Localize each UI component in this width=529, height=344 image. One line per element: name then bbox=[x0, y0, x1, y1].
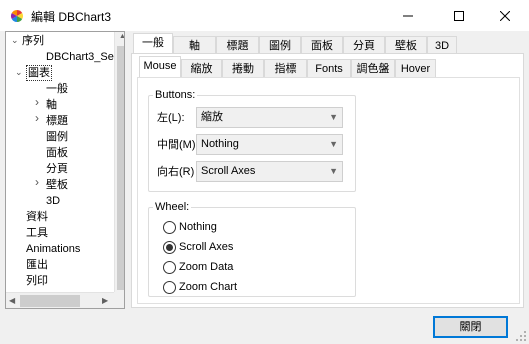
left-button-value: 縮放 bbox=[201, 111, 223, 123]
radio-selected-dot bbox=[166, 243, 173, 251]
tree-horizontal-scrollbar[interactable]: ◀ ▶ bbox=[6, 292, 114, 308]
tree-vertical-scroll-thumb[interactable] bbox=[117, 46, 124, 290]
tree-item-walls[interactable]: 壁板 bbox=[46, 177, 68, 193]
close-button[interactable]: 關閉 bbox=[433, 316, 508, 338]
wheel-radio-zoom-chart[interactable]: Zoom Chart bbox=[163, 279, 237, 295]
wheel-radio-nothing[interactable]: Nothing bbox=[163, 219, 217, 235]
tab-3d[interactable]: 3D bbox=[427, 36, 457, 54]
tree-item-label: 資料 bbox=[26, 211, 48, 223]
tree-item-series[interactable]: 序列 bbox=[22, 33, 44, 49]
tree-item-animations[interactable]: Animations bbox=[26, 241, 80, 257]
right-button-select[interactable]: Scroll Axes ▼ bbox=[196, 161, 343, 182]
scroll-left-icon[interactable]: ◀ bbox=[9, 296, 15, 305]
tree-item-chart[interactable]: 圖表 bbox=[26, 65, 52, 81]
left-button-select[interactable]: 縮放 ▼ bbox=[196, 107, 343, 128]
middle-button-value: Nothing bbox=[201, 138, 239, 150]
middle-button-label: 中間(M) bbox=[157, 139, 196, 151]
maximize-icon bbox=[454, 10, 464, 21]
tree-item-label: Animations bbox=[26, 243, 81, 255]
tab-axes[interactable]: 軸 bbox=[173, 36, 216, 54]
tree-item-label: 3D bbox=[46, 195, 61, 207]
tree-horizontal-scroll-thumb[interactable] bbox=[20, 295, 80, 307]
close-window-button[interactable] bbox=[482, 0, 528, 31]
subtab-scroll[interactable]: 捲動 bbox=[222, 59, 264, 77]
radio-button-icon[interactable] bbox=[163, 280, 176, 294]
tree-item-axes[interactable]: 軸 bbox=[46, 97, 57, 113]
tree-item-label: 序列 bbox=[22, 35, 44, 47]
chevron-down-icon: ▼ bbox=[329, 112, 338, 122]
tab-titles[interactable]: 標題 bbox=[216, 36, 259, 54]
buttons-group-title: Buttons: bbox=[153, 89, 198, 101]
tree-item-label: 工具 bbox=[26, 227, 48, 239]
tree-item-legend[interactable]: 圖例 bbox=[46, 129, 68, 145]
tree-item-label: 面板 bbox=[46, 147, 68, 159]
tree-item-label: DBChart3_Se bbox=[46, 51, 114, 63]
resize-grip-icon[interactable] bbox=[515, 330, 527, 342]
minimize-button[interactable] bbox=[385, 0, 431, 31]
tree-item-panel[interactable]: 面板 bbox=[46, 145, 68, 161]
color-wheel-icon bbox=[10, 9, 24, 22]
subtab-zoom[interactable]: 縮放 bbox=[181, 59, 222, 77]
tree-item-label: 一般 bbox=[46, 83, 68, 95]
maximize-button[interactable] bbox=[436, 0, 482, 31]
tab-panel[interactable]: 面板 bbox=[301, 36, 343, 54]
left-button-label: 左(L): bbox=[157, 112, 185, 124]
window-title: 編輯 DBChart3 bbox=[31, 10, 112, 24]
chevron-down-icon: ▼ bbox=[329, 139, 338, 149]
chevron-right-icon[interactable]: › bbox=[35, 112, 44, 124]
wheel-option-label: Scroll Axes bbox=[179, 241, 234, 253]
minimize-icon bbox=[403, 15, 413, 16]
tree-item-export[interactable]: 匯出 bbox=[26, 257, 48, 273]
title-bar: 編輯 DBChart3 bbox=[0, 0, 529, 31]
tree-item-label: 列印 bbox=[26, 275, 48, 287]
tree-item-label: 壁板 bbox=[46, 179, 68, 191]
settings-tree[interactable]: 序列 ⌄ DBChart3_Se 圖表 ⌄ 一般軸 › 標題 › 圖例 面板 分頁 壁板 › 3D 資料 工具 A… bbox=[5, 31, 125, 309]
tree-item-label: 分頁 bbox=[46, 163, 68, 175]
wheel-option-label: Zoom Data bbox=[179, 261, 234, 273]
tree-item-label: 圖表 bbox=[28, 67, 50, 79]
right-button-label: 向右(R) bbox=[157, 166, 195, 178]
subtab-pointer[interactable]: 指標 bbox=[264, 59, 307, 77]
tab-general[interactable]: 一般 bbox=[133, 33, 173, 54]
middle-button-select[interactable]: Nothing ▼ bbox=[196, 134, 343, 155]
scrollbar-corner bbox=[114, 292, 124, 308]
wheel-radio-scroll-axes[interactable]: Scroll Axes bbox=[163, 239, 233, 255]
tree-item-titles[interactable]: 標題 bbox=[46, 113, 68, 129]
tree-item-tools[interactable]: 工具 bbox=[26, 225, 48, 241]
tree-item-label: 軸 bbox=[46, 99, 57, 111]
subtab-palette[interactable]: 調色盤 bbox=[351, 59, 395, 77]
tab-legend[interactable]: 圖例 bbox=[259, 36, 301, 54]
chevron-down-icon: ▼ bbox=[329, 166, 338, 176]
radio-button-icon[interactable] bbox=[163, 260, 176, 274]
radio-button-icon[interactable] bbox=[163, 240, 176, 254]
tree-item-print[interactable]: 列印 bbox=[26, 273, 48, 289]
tree-item-paging[interactable]: 分頁 bbox=[46, 161, 68, 177]
wheel-option-label: Nothing bbox=[179, 221, 217, 233]
chevron-down-icon[interactable]: ⌄ bbox=[15, 68, 24, 77]
panel-splitter[interactable] bbox=[125, 31, 130, 309]
tab-paging[interactable]: 分頁 bbox=[343, 36, 385, 54]
tree-item-label: 圖例 bbox=[46, 131, 68, 143]
subtab-fonts[interactable]: Fonts bbox=[307, 59, 351, 77]
close-icon bbox=[500, 10, 510, 21]
tree-vertical-scrollbar[interactable]: ▲ bbox=[114, 32, 124, 292]
tree-item-series-dbchart3[interactable]: DBChart3_Se bbox=[46, 49, 114, 65]
chevron-down-icon[interactable]: ⌄ bbox=[11, 36, 20, 45]
chevron-right-icon[interactable]: › bbox=[35, 96, 44, 108]
subtab-hover[interactable]: Hover bbox=[395, 59, 436, 77]
right-button-value: Scroll Axes bbox=[201, 165, 256, 177]
scroll-right-icon[interactable]: ▶ bbox=[102, 296, 108, 305]
tree-item-3d[interactable]: 3D bbox=[46, 193, 60, 209]
chevron-right-icon[interactable]: › bbox=[35, 176, 44, 188]
tree-item-data[interactable]: 資料 bbox=[26, 209, 48, 225]
radio-button-icon[interactable] bbox=[163, 220, 176, 234]
tree-item-label: 匯出 bbox=[26, 259, 48, 271]
wheel-option-label: Zoom Chart bbox=[179, 281, 238, 293]
wheel-group-title: Wheel: bbox=[153, 201, 192, 213]
tab-walls[interactable]: 壁板 bbox=[385, 36, 427, 54]
wheel-radio-zoom-data[interactable]: Zoom Data bbox=[163, 259, 233, 275]
tree-item-general[interactable]: 一般 bbox=[46, 81, 68, 97]
tree-item-label: 標題 bbox=[46, 115, 68, 127]
subtab-mouse[interactable]: Mouse bbox=[139, 56, 181, 78]
